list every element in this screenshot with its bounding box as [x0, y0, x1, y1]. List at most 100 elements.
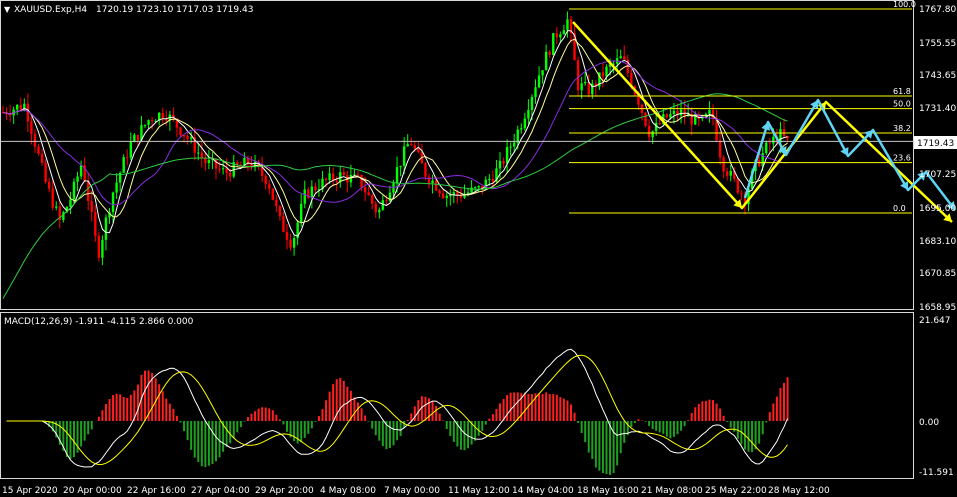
candle-body — [445, 195, 448, 198]
candle-body — [218, 168, 221, 170]
chart-area[interactable]: 100.0 61.8 50.0 38.2 23.6 0.0 ▼ XAUUSD.Exp,H4… — [0, 0, 957, 497]
candle-body — [101, 239, 104, 258]
candle-body — [402, 146, 406, 166]
candle-body — [669, 114, 672, 118]
candle-body — [264, 175, 267, 185]
candle-body — [559, 34, 562, 38]
candle-body — [186, 136, 189, 139]
candle-body — [69, 199, 72, 207]
time-tick: 15 Apr 2020 — [2, 486, 58, 496]
candle-body — [90, 200, 93, 213]
candle-body — [544, 51, 548, 71]
candle-body — [410, 144, 413, 146]
time-axis[interactable]: 15 Apr 2020 20 Apr 00:00 22 Apr 16:00 27… — [2, 486, 830, 496]
candle-body — [619, 56, 622, 59]
candle-body — [87, 180, 90, 201]
candle-body — [292, 238, 296, 248]
candle-body — [552, 33, 555, 56]
candle-body — [79, 165, 83, 177]
candle-body — [129, 142, 132, 158]
price-tick: 1707.25 — [919, 170, 956, 180]
candle-body — [314, 186, 317, 191]
time-tick: 25 May 22:00 — [705, 486, 767, 496]
time-tick: 7 May 00:00 — [384, 486, 440, 496]
candle-body — [310, 186, 314, 198]
candle-body — [271, 188, 274, 200]
macd-label: MACD(12,26,9) -1.911 -4.115 2.866 0.000 — [4, 317, 194, 327]
candle-body — [708, 110, 711, 114]
candle-body — [204, 157, 207, 164]
price-tick: 1755.55 — [919, 39, 956, 49]
candle-body — [8, 114, 12, 116]
candle-body — [328, 173, 331, 181]
candle-body — [300, 203, 303, 223]
price-tick: 1695.00 — [919, 204, 956, 214]
candle-body — [406, 144, 409, 147]
candle-body — [395, 167, 399, 184]
fib-level-label: 23.6 — [893, 154, 911, 163]
fib-level-label: 38.2 — [893, 124, 911, 133]
candle-body — [658, 122, 661, 124]
candle-body — [94, 212, 97, 236]
price-tick: 1767.80 — [919, 5, 956, 15]
candle-body — [161, 112, 164, 119]
time-tick: 27 Apr 04:00 — [191, 486, 250, 496]
fib-level-label: 61.8 — [893, 87, 911, 96]
candle-body — [555, 33, 558, 38]
candle-body — [488, 178, 491, 180]
candle-body — [530, 96, 534, 110]
current-price-value: 1719.43 — [917, 139, 954, 149]
time-tick: 14 May 04:00 — [512, 486, 574, 496]
candle-body — [417, 148, 420, 153]
candle-body — [353, 174, 356, 176]
candle-body — [371, 195, 374, 204]
candle-body — [150, 120, 154, 122]
time-tick: 28 May 12:00 — [768, 486, 830, 496]
candle-body — [399, 165, 402, 168]
candle-body — [115, 182, 118, 193]
candle-body — [491, 178, 495, 182]
candle-body — [772, 136, 775, 144]
candle-body — [431, 180, 434, 184]
candle-body — [782, 128, 786, 137]
candle-body — [44, 162, 47, 182]
fib-level-label: 100.0 — [893, 0, 916, 9]
candle-body — [541, 70, 544, 76]
candle-body — [424, 163, 427, 177]
candle-body — [516, 129, 519, 143]
candle-body — [147, 120, 150, 125]
candle-body — [484, 179, 487, 190]
candle-body — [289, 239, 292, 248]
candle-body — [122, 157, 125, 173]
candle-body — [30, 121, 33, 134]
candle-body — [765, 142, 768, 154]
candle-body — [385, 200, 388, 202]
candle-body — [427, 176, 431, 184]
candle-body — [477, 185, 480, 188]
price-tick: 1731.40 — [919, 104, 956, 114]
price-tick: 1683.10 — [919, 237, 956, 247]
candle-body — [221, 168, 225, 170]
time-tick: 22 Apr 16:00 — [127, 486, 186, 496]
candle-body — [623, 56, 626, 60]
candle-body — [562, 30, 566, 35]
candle-body — [189, 137, 193, 139]
candle-body — [537, 75, 541, 88]
symbol-arrow-icon[interactable]: ▼ — [4, 5, 11, 14]
candle-body — [740, 192, 743, 194]
price-tick: 1743.65 — [919, 71, 956, 81]
candle-body — [126, 157, 129, 159]
candle-body — [502, 160, 505, 164]
candle-body — [601, 72, 605, 77]
candle-body — [513, 142, 516, 147]
candle-body — [47, 181, 51, 189]
candle-body — [442, 193, 445, 198]
candle-body — [534, 87, 537, 97]
candle-body — [104, 217, 108, 240]
candle-body — [729, 171, 732, 176]
candle-body — [55, 206, 58, 208]
candle-body — [413, 145, 416, 149]
time-tick: 20 Apr 00:00 — [63, 486, 122, 496]
candle-body — [722, 157, 725, 172]
candle-body — [456, 192, 459, 196]
